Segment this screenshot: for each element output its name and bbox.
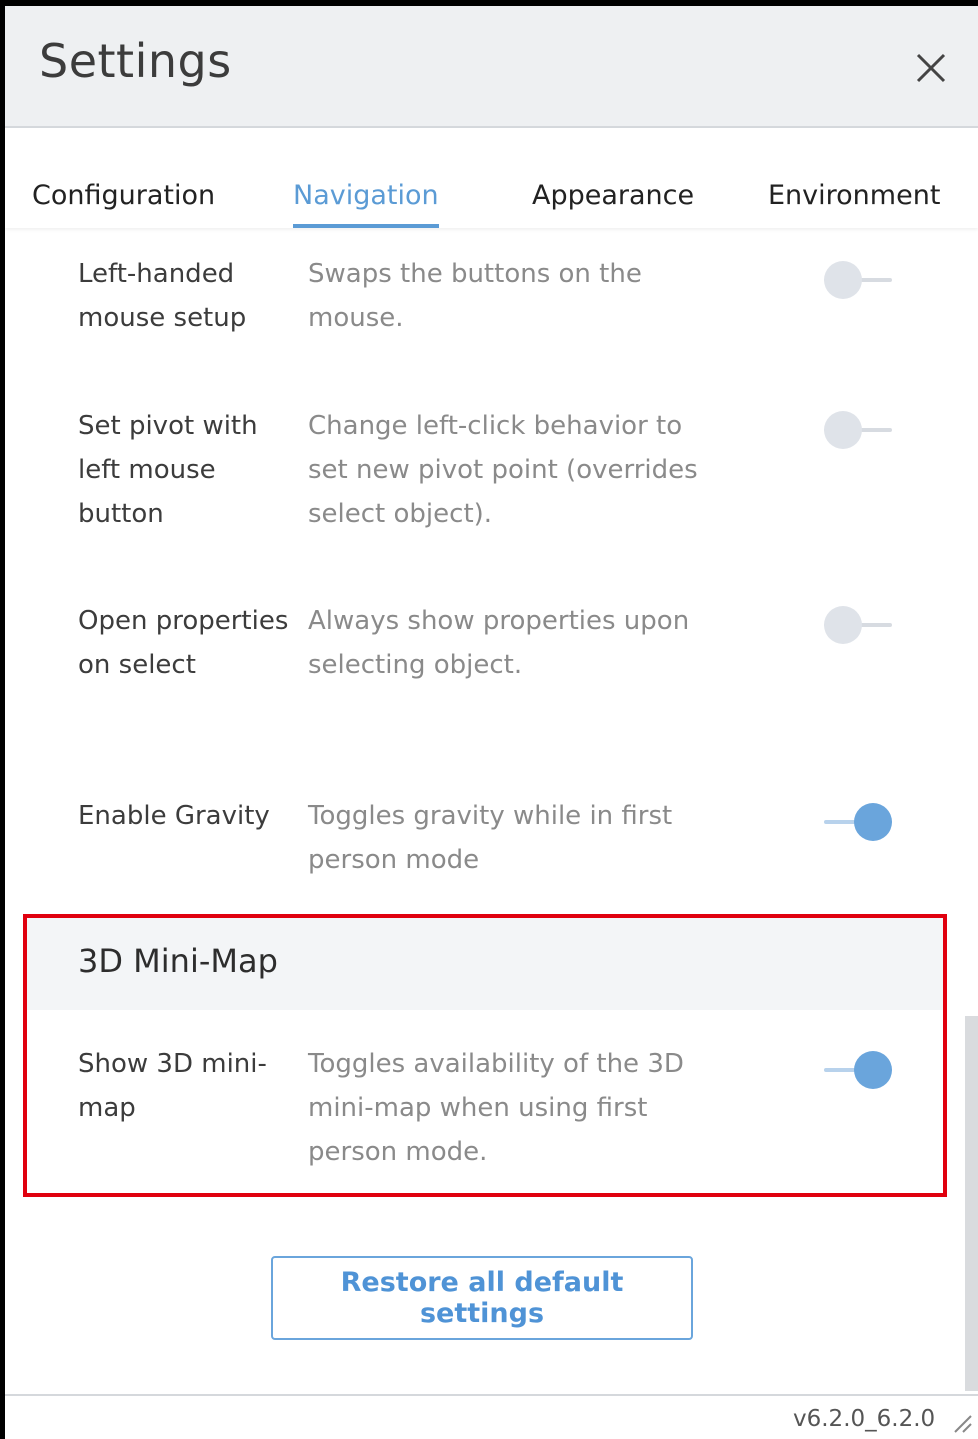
toggle-knob [854, 1051, 892, 1089]
scrollbar[interactable] [965, 1016, 978, 1391]
close-icon[interactable] [913, 50, 949, 86]
tab-configuration[interactable]: Configuration [32, 180, 215, 211]
tab-environment[interactable]: Environment [768, 180, 940, 211]
version-label: v6.2.0_6.2.0 [793, 1406, 936, 1432]
setting-description: Swaps the buttons on the mouse. [308, 259, 642, 333]
toggle-knob [824, 261, 862, 299]
tab-navigation[interactable]: Navigation [293, 180, 439, 228]
toggle-knob [824, 606, 862, 644]
dialog-title: Settings [39, 34, 232, 88]
setting-label: Show 3D mini-map [78, 1049, 267, 1123]
toggle-knob [854, 803, 892, 841]
set-pivot-toggle[interactable] [820, 410, 900, 450]
tab-appearance[interactable]: Appearance [532, 180, 694, 211]
setting-label: Open properties on select [78, 606, 289, 680]
setting-label: Set pivot with left mouse button [78, 411, 258, 529]
resize-handle-icon[interactable] [951, 1412, 973, 1434]
setting-label: Enable Gravity [78, 801, 270, 831]
setting-description: Always show properties upon selecting ob… [308, 606, 690, 680]
left-handed-mouse-toggle[interactable] [820, 260, 900, 300]
dialog-header: Settings [5, 6, 978, 128]
toggle-knob [824, 411, 862, 449]
setting-description: Change left-click behavior to set new pi… [308, 411, 698, 529]
dialog-footer: v6.2.0_6.2.0 [5, 1394, 978, 1439]
section-title: 3D Mini-Map [78, 942, 278, 980]
settings-dialog: Settings Configuration Navigation Appear… [5, 6, 978, 1439]
setting-description: Toggles availability of the 3D mini-map … [308, 1049, 684, 1167]
setting-description: Toggles gravity while in first person mo… [308, 801, 673, 875]
restore-defaults-button[interactable]: Restore all default settings [271, 1256, 693, 1340]
open-properties-toggle[interactable] [820, 605, 900, 645]
section-header-3d-mini-map: 3D Mini-Map [25, 918, 943, 1010]
show-3d-minimap-toggle[interactable] [820, 1050, 900, 1090]
setting-label: Left-handed mouse setup [78, 259, 247, 333]
enable-gravity-toggle[interactable] [820, 802, 900, 842]
tab-bar: Configuration Navigation Appearance Envi… [5, 128, 978, 228]
